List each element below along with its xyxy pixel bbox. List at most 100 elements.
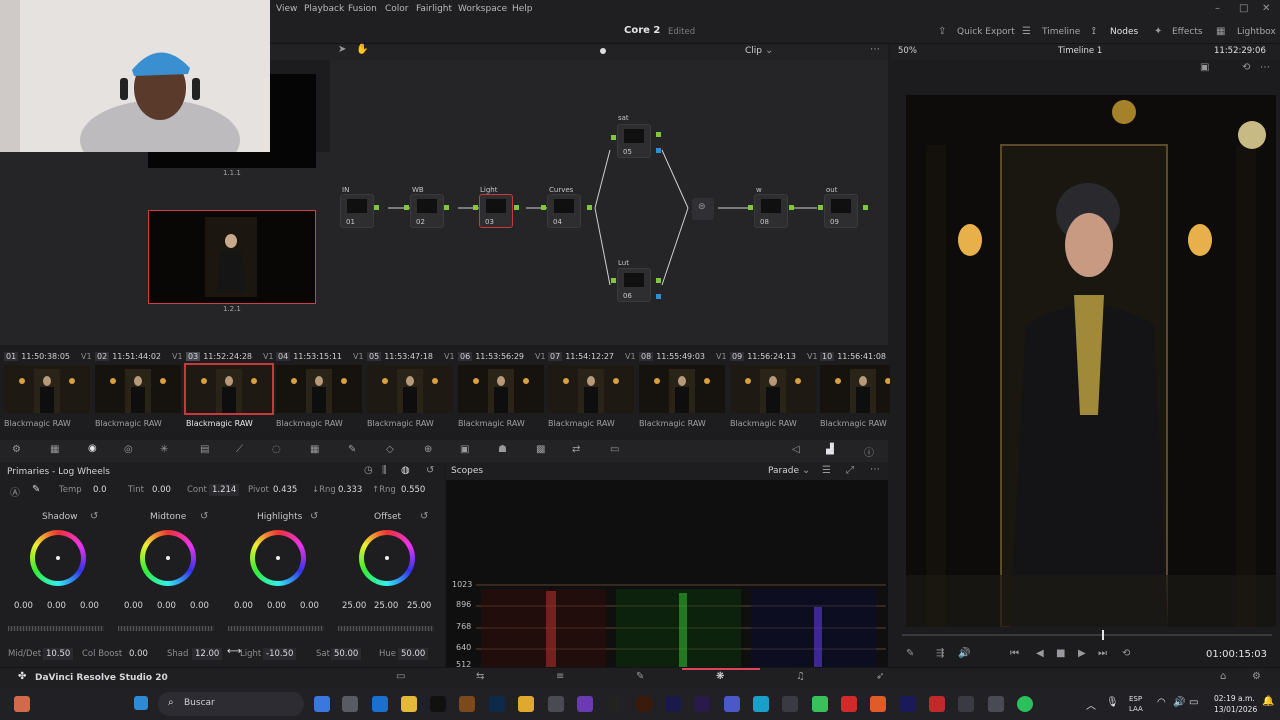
quick-export-button[interactable]: Quick Export	[957, 27, 1015, 37]
reset-all-icon[interactable]: ↺	[426, 465, 434, 476]
menu-view[interactable]: View	[276, 4, 297, 14]
photoshop-icon[interactable]	[489, 696, 505, 712]
middet-field[interactable]: 10.50	[43, 648, 74, 660]
menu-workspace[interactable]: Workspace	[458, 4, 507, 14]
capcut-icon[interactable]	[606, 696, 622, 712]
offset-wheel[interactable]	[359, 530, 415, 586]
node-graph[interactable]: IN 01 WB 02 Light 03 Curves 04 sat 05 Lu…	[330, 60, 888, 345]
node-output-port[interactable]	[789, 205, 794, 210]
play-icon[interactable]: ▶	[1078, 648, 1086, 659]
midtone-green[interactable]: 0.00	[157, 601, 176, 611]
loop-icon[interactable]: ⇶	[936, 648, 944, 659]
calculator-icon[interactable]	[782, 696, 798, 712]
node-output-port[interactable]	[444, 205, 449, 210]
bypass-icon[interactable]: ⟲	[1242, 62, 1250, 73]
tray-chevron-icon[interactable]: ︿	[1086, 697, 1096, 712]
node-05[interactable]: 05	[617, 124, 651, 158]
explorer-icon[interactable]	[518, 696, 534, 712]
node-output-port[interactable]	[587, 205, 592, 210]
hand-icon[interactable]: ✋	[356, 44, 368, 55]
wheel-handle[interactable]	[276, 556, 280, 560]
nodes-button[interactable]: Nodes	[1110, 27, 1138, 37]
timeline-select[interactable]: Timeline 1	[1058, 46, 1102, 56]
brave-icon[interactable]	[870, 696, 886, 712]
menu-fusion[interactable]: Fusion	[348, 4, 377, 14]
more-options-icon[interactable]: ⋯	[1260, 62, 1270, 73]
camera-raw-icon[interactable]: ⚙	[12, 444, 21, 455]
clip-thumbnail[interactable]	[367, 365, 453, 413]
wheel-handle[interactable]	[56, 556, 60, 560]
node-input-port[interactable]	[541, 205, 546, 210]
offset-red[interactable]: 25.00	[342, 601, 366, 611]
tiktok-icon[interactable]	[430, 696, 446, 712]
offset-master-slider[interactable]	[338, 626, 434, 631]
clip-thumbnail[interactable]	[639, 365, 725, 413]
cut-page-icon[interactable]: ⇆	[476, 671, 484, 682]
node-04[interactable]: 04	[547, 194, 581, 228]
settings-app-icon[interactable]	[548, 696, 564, 712]
reverse-icon[interactable]: ◀	[1036, 648, 1044, 659]
pointer-icon[interactable]: ➤	[338, 44, 346, 55]
clip-thumbnail[interactable]	[548, 365, 634, 413]
sizing-icon[interactable]: ⇄	[572, 444, 580, 455]
rgb-mixer-icon[interactable]: ✳	[160, 444, 168, 455]
curves-icon[interactable]: ⟋	[236, 444, 243, 455]
node-02[interactable]: 02	[410, 194, 444, 228]
shadow-green[interactable]: 0.00	[47, 601, 66, 611]
colboost-field[interactable]: 0.00	[126, 648, 151, 660]
qualifier-icon[interactable]: ▦	[310, 444, 319, 455]
skip-end-icon[interactable]: ⏭	[1098, 648, 1107, 659]
info-icon[interactable]: ⓘ	[864, 444, 874, 459]
wheels-mode-icon[interactable]: ◍	[401, 465, 410, 476]
node-mode-select[interactable]: Clip	[745, 46, 762, 56]
home-icon[interactable]: ⌂	[1220, 671, 1226, 682]
edge-icon[interactable]	[753, 696, 769, 712]
node-output-port[interactable]	[656, 278, 661, 283]
clip-thumbnail[interactable]	[730, 365, 816, 413]
more-options-icon[interactable]: ⋯	[870, 464, 880, 475]
node-input-port[interactable]	[818, 205, 823, 210]
audition-icon[interactable]	[900, 696, 916, 712]
node-01[interactable]: 01	[340, 194, 374, 228]
clip-thumbnail[interactable]	[4, 365, 90, 413]
hue-field[interactable]: 50.00	[398, 648, 429, 660]
offset-green[interactable]: 25.00	[374, 601, 398, 611]
fairlight-page-icon[interactable]: ♫	[796, 671, 805, 682]
clip-thumbnail[interactable]	[276, 365, 362, 413]
resolve-taskbar-icon[interactable]	[958, 696, 974, 712]
midtone-wheel[interactable]	[140, 530, 196, 586]
expand-icon[interactable]: ⤢	[846, 465, 854, 476]
edit-page-icon[interactable]: ≡	[556, 671, 564, 682]
picker-icon[interactable]: ✎	[32, 484, 40, 495]
motion-effects-icon[interactable]: ▤	[200, 444, 209, 455]
clip-thumbnail[interactable]	[95, 365, 181, 413]
reset-icon[interactable]: ↺	[420, 511, 428, 522]
picker-icon[interactable]: ✎	[906, 648, 914, 659]
lightbox-button[interactable]: Lightbox	[1237, 27, 1276, 37]
blur-icon[interactable]: ☗	[498, 444, 507, 455]
fusion-page-icon[interactable]: ✎	[636, 671, 644, 682]
highlights-green[interactable]: 0.00	[267, 601, 286, 611]
light-field[interactable]: -10.50	[263, 648, 297, 660]
store-icon[interactable]	[342, 696, 358, 712]
eyedropper-icon[interactable]: ✎	[348, 444, 356, 455]
node-input-port[interactable]	[611, 278, 616, 283]
pivot-field[interactable]: 0.435	[270, 484, 300, 496]
snipping-icon[interactable]	[988, 696, 1004, 712]
node-output-port[interactable]	[514, 205, 519, 210]
midtone-master-slider[interactable]	[118, 626, 214, 631]
illustrator-icon[interactable]	[636, 696, 652, 712]
still-thumbnail-2[interactable]	[148, 210, 316, 304]
weather-icon[interactable]	[14, 696, 30, 712]
scope-mode-select[interactable]: Parade	[768, 466, 799, 476]
chevron-down-icon[interactable]: ⌄	[765, 45, 773, 56]
clock-date[interactable]: 13/01/2026	[1214, 705, 1257, 714]
node-key-port[interactable]	[656, 148, 661, 153]
volume-tray-icon[interactable]: 🔊	[1173, 697, 1185, 708]
node-output-port[interactable]	[656, 132, 661, 137]
sat-field[interactable]: 50.00	[331, 648, 362, 660]
bars-icon[interactable]: ⫼	[382, 465, 387, 476]
volume-icon[interactable]: 🔊	[958, 648, 970, 659]
stop-icon[interactable]: ■	[1056, 648, 1065, 659]
copilot-icon[interactable]	[314, 696, 330, 712]
